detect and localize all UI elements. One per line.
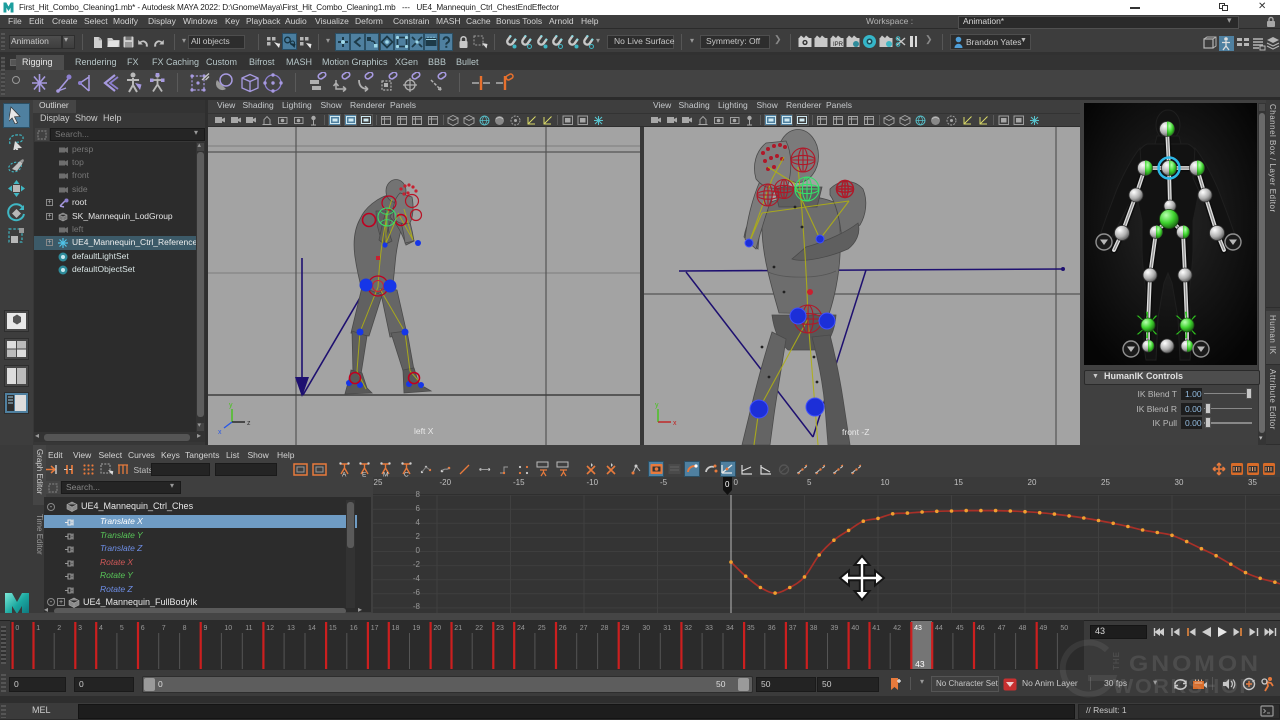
svg-text:IPR: IPR xyxy=(833,42,844,48)
svg-text:31: 31 xyxy=(663,625,671,632)
svg-text:45: 45 xyxy=(956,625,964,632)
svg-text:32: 32 xyxy=(684,625,692,632)
svg-text:34: 34 xyxy=(726,625,734,632)
svg-text:50: 50 xyxy=(1060,625,1068,632)
svg-text:44: 44 xyxy=(935,625,943,632)
svg-text:22: 22 xyxy=(475,625,483,632)
svg-text:18: 18 xyxy=(392,625,400,632)
svg-text:10: 10 xyxy=(224,625,232,632)
svg-text:20: 20 xyxy=(433,625,441,632)
svg-text:9: 9 xyxy=(204,625,208,632)
svg-text:30: 30 xyxy=(642,625,650,632)
svg-text:19: 19 xyxy=(413,625,421,632)
svg-text:12: 12 xyxy=(266,625,274,632)
svg-text:26: 26 xyxy=(559,625,567,632)
svg-text:24: 24 xyxy=(517,625,525,632)
svg-text:43: 43 xyxy=(914,625,922,632)
svg-text:21: 21 xyxy=(454,625,462,632)
svg-text:33: 33 xyxy=(705,625,713,632)
svg-text:0: 0 xyxy=(15,625,19,632)
svg-text:43: 43 xyxy=(915,659,925,669)
svg-text:41: 41 xyxy=(872,625,880,632)
svg-text:42: 42 xyxy=(893,625,901,632)
svg-text:E: E xyxy=(362,472,367,478)
svg-text:1: 1 xyxy=(36,625,40,632)
svg-text:46: 46 xyxy=(977,625,985,632)
svg-text:x: x xyxy=(218,429,222,436)
svg-text:8: 8 xyxy=(183,625,187,632)
svg-text:11: 11 xyxy=(245,625,252,632)
svg-text:23: 23 xyxy=(496,625,504,632)
svg-text:48: 48 xyxy=(1019,625,1027,632)
svg-text:27: 27 xyxy=(580,625,588,632)
svg-text:35: 35 xyxy=(747,625,755,632)
svg-text:25: 25 xyxy=(538,625,546,632)
svg-text:4: 4 xyxy=(99,625,103,632)
svg-text:7: 7 xyxy=(162,625,166,632)
svg-text:47: 47 xyxy=(998,625,1006,632)
svg-text:2: 2 xyxy=(57,625,61,632)
svg-text:28: 28 xyxy=(601,625,609,632)
svg-text:40: 40 xyxy=(851,625,859,632)
svg-text:15: 15 xyxy=(329,625,337,632)
svg-text:14: 14 xyxy=(308,625,316,632)
svg-text:front -Z: front -Z xyxy=(842,427,869,437)
svg-text:36: 36 xyxy=(768,625,776,632)
svg-text:z: z xyxy=(247,420,251,427)
svg-text:49: 49 xyxy=(1040,625,1048,632)
svg-text:left X: left X xyxy=(414,426,434,436)
svg-text:A: A xyxy=(342,472,347,478)
svg-text:17: 17 xyxy=(371,625,379,632)
svg-text:39: 39 xyxy=(831,625,839,632)
svg-text:0: 0 xyxy=(725,480,730,489)
svg-text:38: 38 xyxy=(810,625,818,632)
svg-text:x: x xyxy=(673,420,677,427)
svg-text:y: y xyxy=(655,402,659,409)
svg-text:13: 13 xyxy=(287,625,295,632)
svg-text:3: 3 xyxy=(78,625,82,632)
svg-text:37: 37 xyxy=(789,625,797,632)
svg-text:y: y xyxy=(229,402,233,409)
svg-text:6: 6 xyxy=(141,625,145,632)
svg-text:5: 5 xyxy=(120,625,124,632)
svg-text:29: 29 xyxy=(622,625,630,632)
svg-text:16: 16 xyxy=(350,625,358,632)
